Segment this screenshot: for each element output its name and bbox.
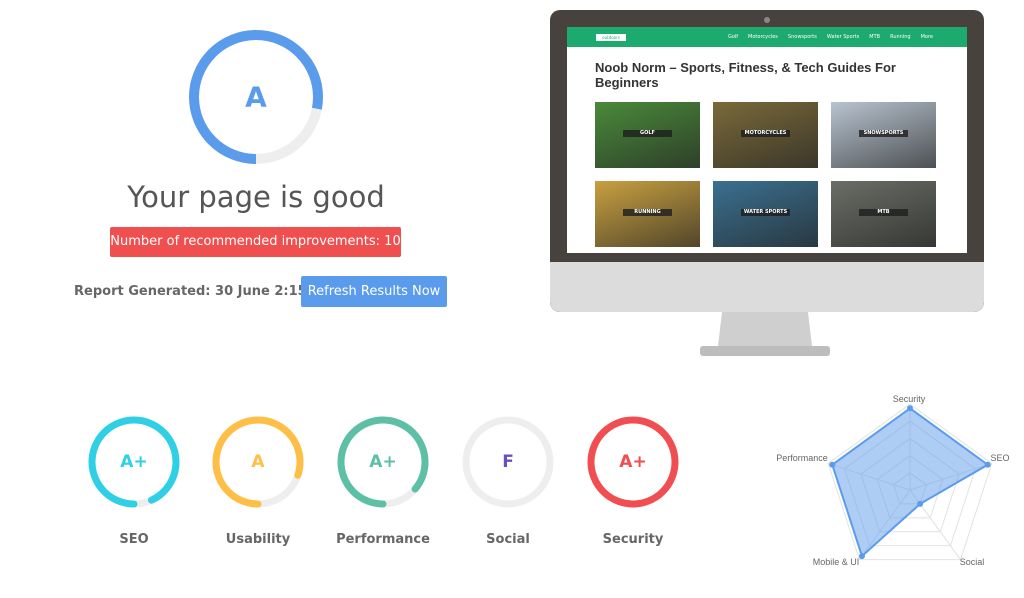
preview-tile-label: RUNNING: [623, 209, 672, 216]
gauge-security[interactable]: A+: [585, 414, 681, 510]
gauge-social[interactable]: F: [460, 414, 556, 510]
radar-series-area: [831, 407, 990, 558]
page-status-headline: Your page is good: [127, 180, 385, 214]
radar-point-mobile-ui[interactable]: [858, 553, 865, 560]
score-radar-chart: Security SEO Social Mobile & UI Performance: [776, 394, 1009, 567]
preview-logo: outdoors: [596, 33, 626, 41]
preview-tile: GOLF: [595, 102, 700, 168]
radar-axis-label: SEO: [990, 453, 1009, 463]
radar-point-performance[interactable]: [829, 461, 836, 468]
grade: F: [502, 452, 514, 472]
refresh-results-button[interactable]: Refresh Results Now: [301, 276, 447, 307]
gauge-performance[interactable]: A+: [335, 414, 431, 510]
grade: A+: [619, 452, 646, 472]
category-label: Security: [602, 532, 664, 547]
website-preview-monitor: outdoors Golf Motorcycles Snowsports Water …: [550, 10, 984, 312]
radar-axis-label: Security: [893, 394, 926, 404]
preview-tile: RUNNING: [595, 181, 700, 247]
category-label: SEO: [119, 532, 149, 547]
preview-nav-item: More: [920, 34, 933, 40]
website-screenshot: outdoors Golf Motorcycles Snowsports Water …: [567, 27, 967, 253]
overall-grade: A: [245, 81, 267, 114]
preview-nav-item: Snowsports: [787, 34, 817, 40]
improvements-badge: Number of recommended improvements: 10: [110, 227, 401, 257]
category-label: Social: [486, 532, 530, 547]
monitor-chin: [550, 262, 984, 312]
preview-tile-label: MTB: [859, 209, 908, 216]
radar-point-security[interactable]: [907, 405, 913, 412]
preview-nav-bar: outdoors Golf Motorcycles Snowsports Water …: [567, 27, 967, 47]
radar-axis-label: Social: [960, 557, 985, 567]
category-label: Usability: [225, 532, 291, 547]
preview-tile: WATER SPORTS: [713, 181, 818, 247]
overall-grade-gauge: A: [189, 30, 323, 164]
grade: A+: [120, 452, 147, 472]
preview-tile-label: MOTORCYCLES: [741, 130, 790, 137]
preview-site-title: Noob Norm – Sports, Fitness, & Tech Guid…: [595, 60, 896, 90]
preview-tile-label: GOLF: [623, 130, 672, 137]
category-label: Performance: [336, 532, 430, 547]
preview-nav-item: Running: [890, 34, 911, 40]
preview-tile: MTB: [831, 181, 936, 247]
preview-tile: SNOWSPORTS: [831, 102, 936, 168]
camera-icon: [764, 17, 770, 23]
preview-tile-label: SNOWSPORTS: [859, 130, 908, 137]
preview-nav-item: Water Sports: [826, 34, 860, 40]
gauge-usability[interactable]: A: [210, 414, 306, 510]
preview-nav-item: MTB: [869, 34, 881, 40]
preview-nav-item: Golf: [727, 34, 739, 40]
preview-tile: MOTORCYCLES: [713, 102, 818, 168]
grade: A: [251, 452, 265, 472]
report-generated-text: Report Generated: 30 June 2:15PM: [74, 284, 330, 299]
radar-point-social[interactable]: [917, 500, 924, 507]
radar-axis-label: Mobile & UI: [813, 557, 860, 567]
monitor-stand: [700, 312, 830, 356]
preview-tile-label: WATER SPORTS: [741, 209, 790, 216]
preview-nav-item: Motorcycles: [748, 34, 778, 40]
gauge-seo[interactable]: A+: [86, 414, 182, 510]
radar-axis-label: Performance: [776, 453, 828, 463]
grade: A+: [369, 452, 396, 472]
